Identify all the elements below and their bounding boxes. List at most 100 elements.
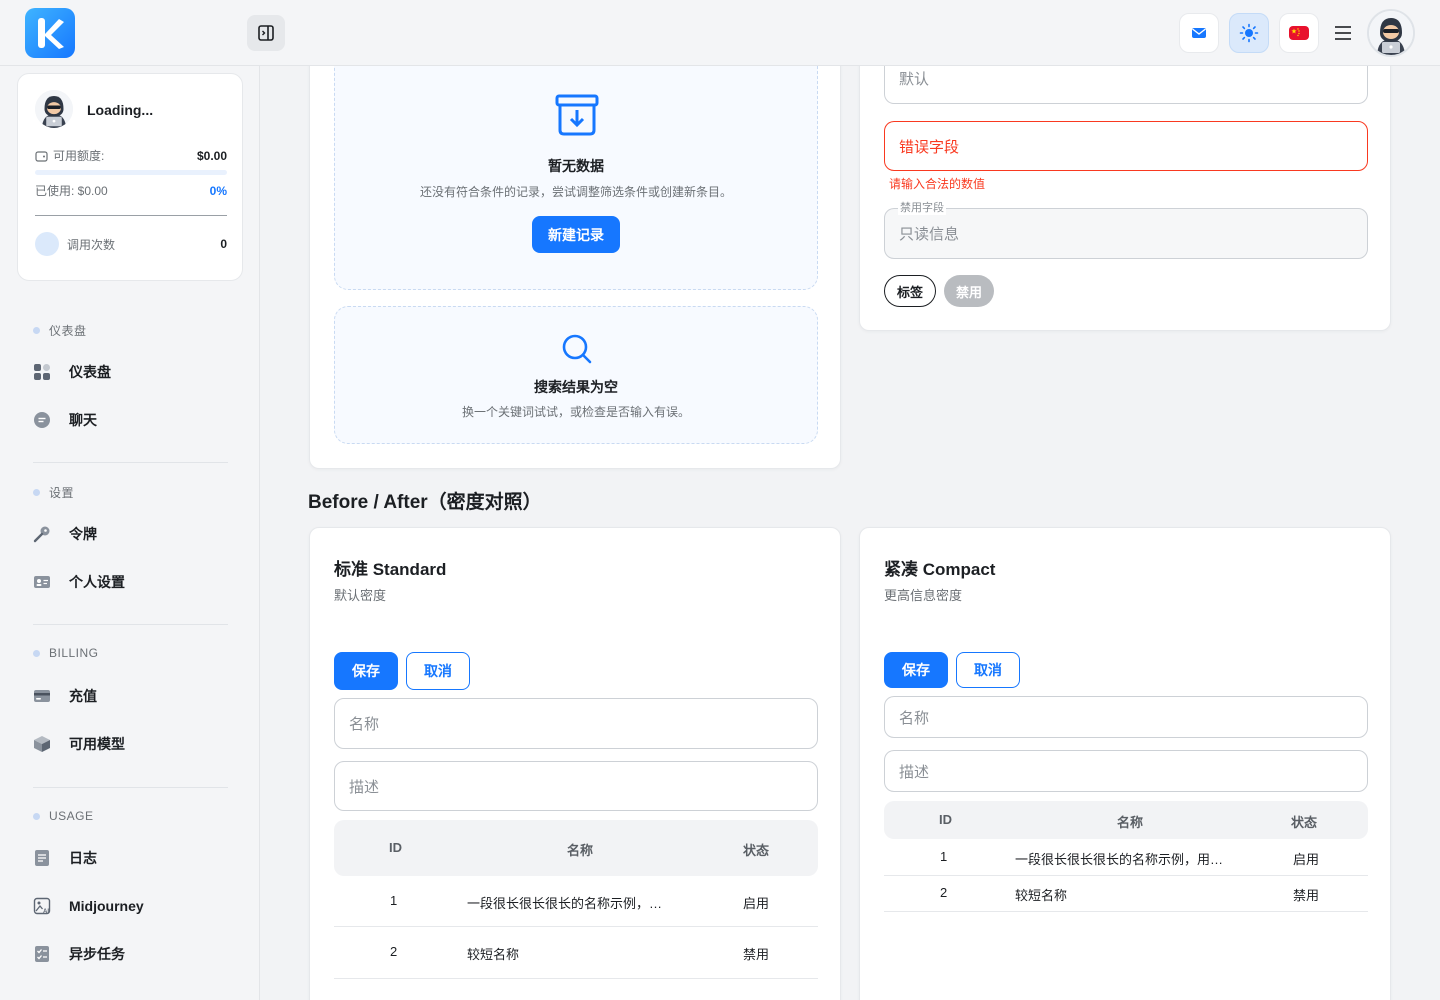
empty-description: 换一个关键词试试，或检查是否输入有误。 bbox=[461, 405, 690, 419]
language-button[interactable] bbox=[1279, 13, 1319, 53]
sidebar-item-topup[interactable]: 充值 bbox=[33, 680, 228, 712]
used-percent: 0% bbox=[209, 183, 227, 198]
sidebar-item-label: 可用模型 bbox=[69, 736, 125, 752]
column-header-id: ID bbox=[939, 812, 952, 827]
cell-name: 较短名称 bbox=[467, 947, 520, 962]
dashboard-icon bbox=[34, 364, 50, 380]
chat-icon bbox=[34, 412, 50, 428]
calls-dot-icon bbox=[35, 232, 59, 256]
sidebar-item-label: 充值 bbox=[69, 688, 97, 704]
user-avatar-button[interactable] bbox=[1367, 9, 1415, 57]
cell-id: 1 bbox=[940, 849, 948, 864]
section-title-settings: 设置 bbox=[33, 484, 74, 501]
empty-states-card: 暂无数据 还没有符合条件的记录，尝试调整筛选条件或创建新条目。 新建记录 搜索结… bbox=[309, 40, 841, 469]
row-divider bbox=[334, 926, 818, 927]
task-list-icon bbox=[35, 946, 49, 962]
cell-id: 1 bbox=[390, 893, 398, 908]
empty-title: 搜索结果为空 bbox=[534, 379, 618, 395]
balance-row: 可用额度: $0.00 bbox=[35, 147, 227, 164]
sidebar-item-chat[interactable]: 聊天 bbox=[33, 404, 228, 436]
error-field[interactable]: 错误字段 bbox=[884, 121, 1368, 171]
column-header-name: 名称 bbox=[567, 843, 594, 858]
empty-description: 还没有符合条件的记录，尝试调整筛选条件或创建新条目。 bbox=[419, 185, 732, 199]
row-divider bbox=[884, 875, 1368, 876]
calls-label: 调用次数 bbox=[67, 237, 116, 252]
top-header bbox=[0, 0, 1440, 66]
column-header-name: 名称 bbox=[1117, 815, 1144, 830]
used-label: 已使用: $0.00 bbox=[35, 184, 108, 198]
mail-icon bbox=[1192, 28, 1206, 38]
cell-status: 启用 bbox=[743, 896, 770, 911]
cell-name: 一段很长很长很长的名称示例，… bbox=[467, 896, 663, 911]
sidebar-divider bbox=[33, 787, 228, 788]
sidebar-item-logs[interactable]: 日志 bbox=[33, 842, 228, 874]
card-subtitle: 默认密度 bbox=[334, 588, 387, 603]
description-input[interactable]: 描述 bbox=[334, 761, 818, 811]
cell-name: 一段很长很长很长的名称示例，用… bbox=[1015, 852, 1224, 867]
sidebar-item-models[interactable]: 可用模型 bbox=[33, 728, 228, 760]
description-input[interactable]: 描述 bbox=[884, 750, 1368, 792]
sidebar-item-profile[interactable]: 个人设置 bbox=[33, 566, 228, 598]
image-ai-icon: AI bbox=[33, 897, 51, 915]
empty-state-no-data: 暂无数据 还没有符合条件的记录，尝试调整筛选条件或创建新条目。 新建记录 bbox=[334, 40, 818, 290]
cell-id: 2 bbox=[940, 885, 948, 900]
row-divider bbox=[884, 911, 1368, 912]
sidebar-item-tokens[interactable]: 令牌 bbox=[33, 518, 228, 550]
credit-card-icon bbox=[34, 690, 50, 702]
main-menu-button[interactable] bbox=[1327, 18, 1359, 48]
sun-icon bbox=[1239, 23, 1259, 43]
sidebar-toggle-icon bbox=[258, 25, 274, 41]
card-divider bbox=[35, 215, 227, 216]
sidebar-item-midjourney[interactable]: AI Midjourney bbox=[33, 890, 228, 922]
cell-status: 禁用 bbox=[743, 947, 770, 962]
name-input[interactable]: 名称 bbox=[334, 698, 818, 749]
empty-title: 暂无数据 bbox=[548, 158, 604, 174]
column-header-status: 状态 bbox=[1291, 815, 1318, 830]
app-root: Loading... 可用额度: $0.00 已使用: $0.00 0% 调用次… bbox=[0, 0, 1440, 1000]
china-flag-icon bbox=[1289, 26, 1309, 40]
sidebar-item-label: 令牌 bbox=[69, 526, 97, 542]
cell-id: 2 bbox=[390, 944, 398, 959]
compact-density-card: 紧凑 Compact 更高信息密度 保存 取消 名称 描述 ID 名称 状态 1… bbox=[859, 527, 1391, 1000]
used-row: 已使用: $0.00 0% bbox=[35, 182, 227, 199]
disabled-field: 只读信息 bbox=[884, 208, 1368, 259]
table-header: ID 名称 状态 bbox=[884, 801, 1368, 839]
tag-chip[interactable]: 标签 bbox=[884, 275, 936, 307]
sidebar-divider bbox=[33, 624, 228, 625]
sidebar-item-label: 聊天 bbox=[69, 412, 97, 428]
section-title-dashboard: 仪表盘 bbox=[33, 322, 87, 339]
cell-name: 较短名称 bbox=[1015, 888, 1068, 903]
search-icon bbox=[562, 334, 592, 364]
disabled-tag-chip: 禁用 bbox=[944, 275, 994, 307]
sidebar-item-dashboard[interactable]: 仪表盘 bbox=[33, 356, 228, 388]
menu-icon bbox=[1335, 26, 1351, 40]
compact-table: ID 名称 状态 1 一段很长很长很长的名称示例，用… 启用 2 较短名称 禁用 bbox=[884, 801, 1368, 913]
sidebar-item-label: 仪表盘 bbox=[69, 364, 111, 380]
save-button[interactable]: 保存 bbox=[334, 652, 398, 690]
cell-status: 禁用 bbox=[1293, 888, 1320, 903]
profile-card-icon bbox=[34, 576, 50, 588]
calls-value: 0 bbox=[220, 237, 227, 251]
theme-toggle-button[interactable] bbox=[1229, 13, 1269, 53]
create-record-button[interactable]: 新建记录 bbox=[532, 216, 620, 253]
archive-icon bbox=[555, 94, 599, 136]
card-subtitle: 更高信息密度 bbox=[884, 588, 963, 603]
sidebar-collapse-button[interactable] bbox=[247, 15, 285, 51]
cancel-button[interactable]: 取消 bbox=[406, 652, 470, 690]
cell-status: 启用 bbox=[1293, 852, 1320, 867]
cancel-button[interactable]: 取消 bbox=[956, 652, 1020, 688]
inbox-button[interactable] bbox=[1179, 13, 1219, 53]
empty-state-no-search: 搜索结果为空 换一个关键词试试，或检查是否输入有误。 bbox=[334, 306, 818, 444]
card-title: 紧凑 Compact bbox=[884, 560, 996, 579]
user-name: Loading... bbox=[87, 102, 154, 118]
balance-value: $0.00 bbox=[196, 148, 227, 163]
cube-icon bbox=[34, 736, 50, 752]
column-header-id: ID bbox=[389, 840, 402, 855]
user-quota-card: Loading... 可用额度: $0.00 已使用: $0.00 0% 调用次… bbox=[17, 73, 243, 281]
density-section-heading: Before / After（密度对照） bbox=[308, 492, 542, 513]
sidebar-item-async-tasks[interactable]: 异步任务 bbox=[33, 938, 228, 970]
name-input[interactable]: 名称 bbox=[884, 696, 1368, 738]
form-states-card: 默认 错误字段 请输入合法的数值 只读信息 禁用字段 标签 禁用 bbox=[859, 40, 1391, 331]
save-button[interactable]: 保存 bbox=[884, 652, 948, 688]
app-logo[interactable] bbox=[25, 8, 75, 58]
